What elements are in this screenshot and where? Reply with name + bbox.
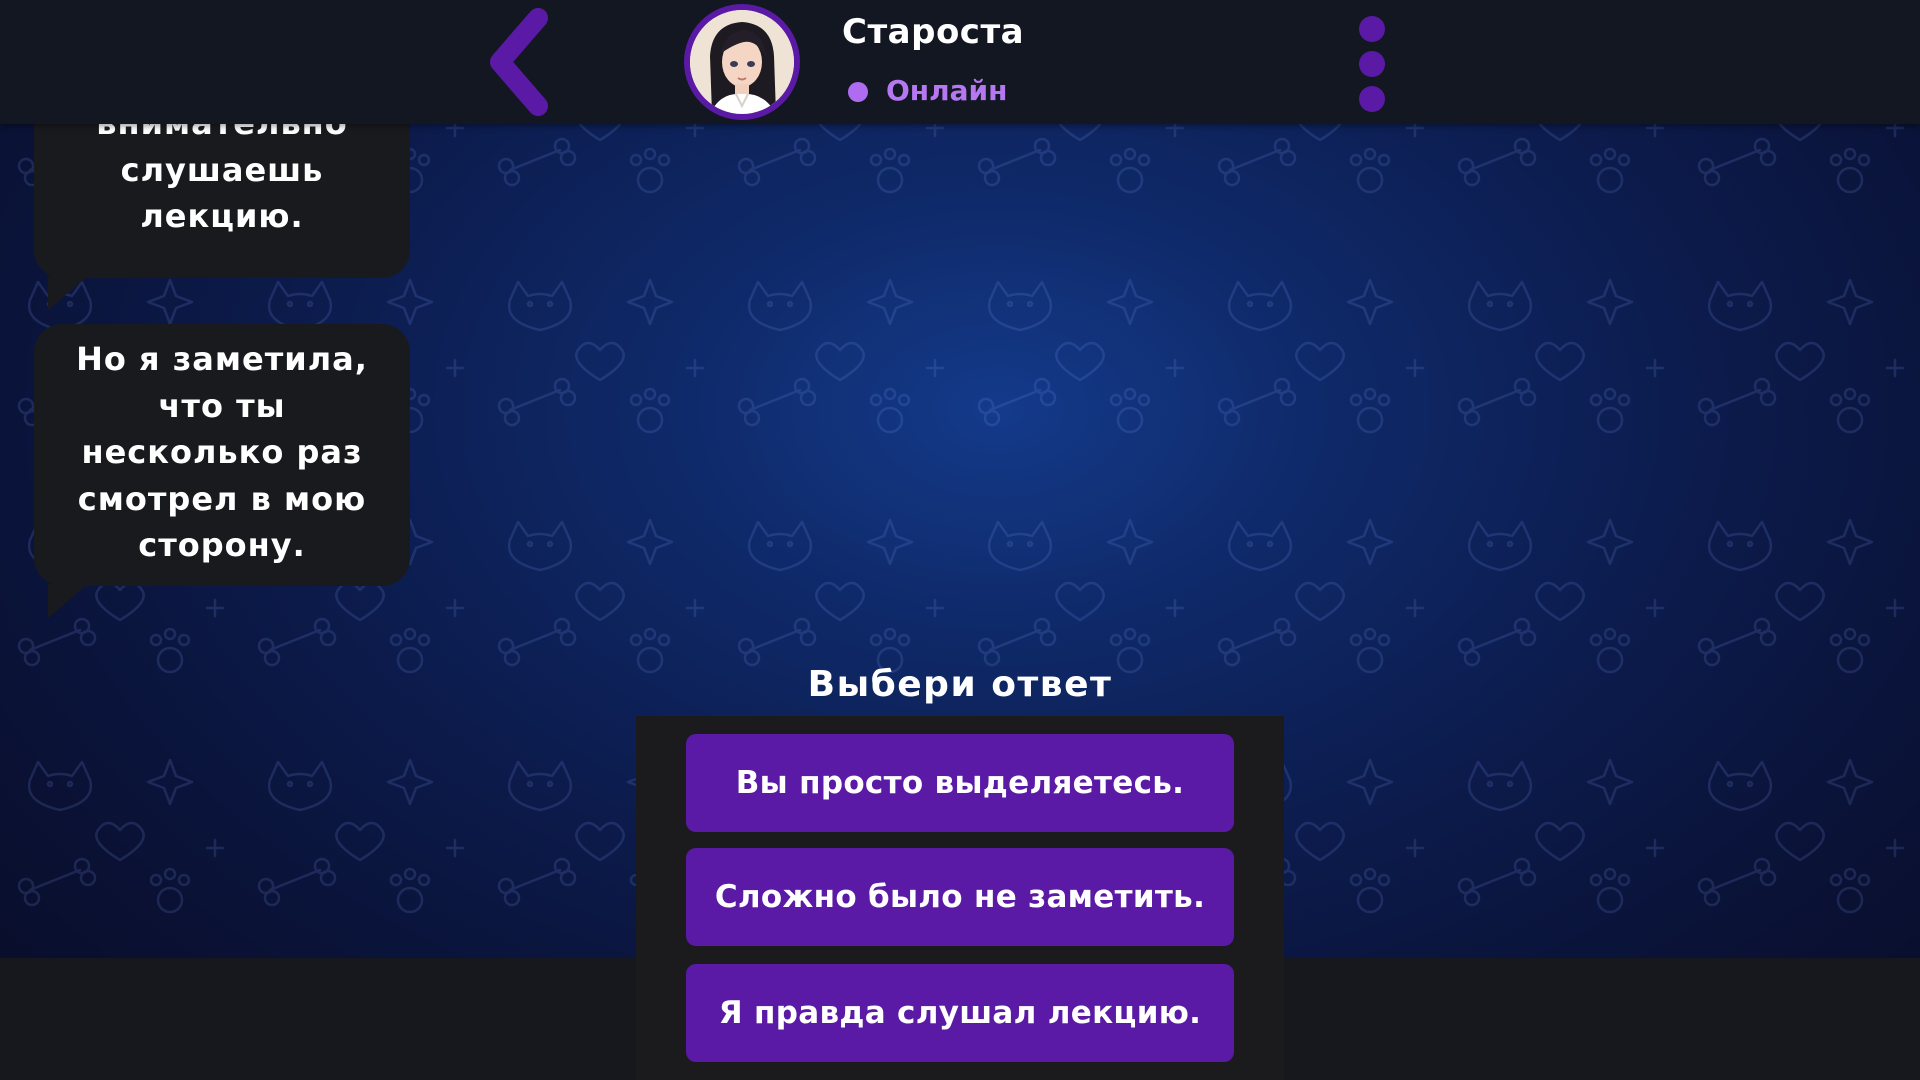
menu-dot [1359,86,1385,112]
message-bubble: Но я заметила, что ты несколько раз смот… [34,324,410,618]
message-line: смотрел в мою [77,479,367,518]
choice-title: Выбери ответ [807,664,1113,705]
message-line: сторону. [138,526,306,564]
menu-dot [1359,16,1385,42]
message-line: что ты [158,386,286,425]
answer-option-button[interactable]: Я правда слушал лекцию. [686,964,1234,1062]
contact-name: Староста [842,12,1025,52]
back-button[interactable] [480,6,560,116]
menu-dot [1359,51,1385,77]
chevron-left-icon [490,8,548,116]
message-line: Но я заметила, [76,340,368,378]
avatar-image [690,10,794,114]
answer-option-button[interactable]: Сложно было не заметить. [686,848,1234,946]
chat-screen: внимательно слушаешь лекцию. Но я замети… [0,0,1920,1080]
online-status-dot [848,82,868,102]
bubble-tail [48,276,88,310]
chat-header: Староста Онлайн [0,0,1920,124]
message-line: лекцию. [140,197,304,235]
message-line: слушаешь [120,150,324,189]
avatar[interactable] [684,4,800,120]
message-line: несколько раз [81,433,363,471]
online-status: Онлайн [886,74,1008,107]
choice-panel: Вы просто выделяетесь. Сложно было не за… [636,716,1284,1080]
answer-option-button[interactable]: Вы просто выделяетесь. [686,734,1234,832]
bubble-tail [48,584,88,618]
more-options-button[interactable] [1354,14,1390,114]
